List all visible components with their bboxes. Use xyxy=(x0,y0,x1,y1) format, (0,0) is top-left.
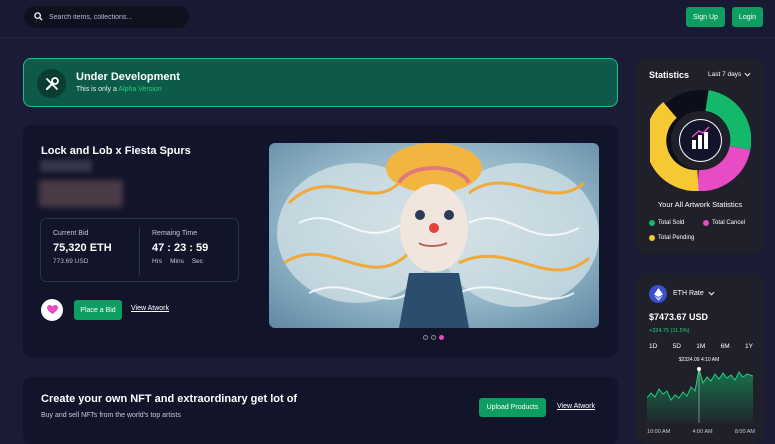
legend-dot xyxy=(649,220,655,226)
chart-tooltip-time: 4:10 AM xyxy=(701,357,719,363)
favorite-button[interactable] xyxy=(41,299,63,321)
statistics-title: Statistics xyxy=(649,70,690,80)
eth-rate-card: ETH Rate $7473.67 USD +324.75 (11.5%) 1D… xyxy=(637,273,763,444)
legend-dot xyxy=(703,220,709,226)
remaining-time-label: Remaing Time xyxy=(152,230,198,237)
seconds-unit: Sec xyxy=(191,258,204,265)
bid-info-box: Current Bid 75,320 ETH 773.69 USD Remain… xyxy=(40,218,239,282)
chart-time-axis: 10:00 AM 4:00 AM 8:00 AM xyxy=(647,429,755,435)
eth-change: +324.75 (11.5%) xyxy=(649,328,690,334)
heart-icon xyxy=(46,305,58,315)
statistics-donut-chart xyxy=(645,90,752,192)
alpha-version-text: Alpha Version xyxy=(118,86,162,93)
current-bid-usd: 773.69 USD xyxy=(53,258,89,265)
range-tab-1d[interactable]: 1D xyxy=(649,343,657,350)
divider xyxy=(139,227,140,275)
blurred-creator-avatar xyxy=(39,180,123,207)
artwork-image[interactable] xyxy=(269,143,599,328)
chart-tooltip-value: $2324.09 xyxy=(679,357,700,363)
carousel-dots xyxy=(423,335,444,340)
login-button[interactable]: Login xyxy=(732,7,763,27)
carousel-dot-active[interactable] xyxy=(439,335,444,340)
svg-text:$2324.09 4:10 AM: $2324.09 4:10 AM xyxy=(679,357,720,363)
eth-rate-dropdown[interactable]: ETH Rate xyxy=(673,290,715,297)
remaining-time: Remaing Time 47 : 23 : 59 Hrs Mins Sec xyxy=(152,230,208,265)
sign-up-button[interactable]: Sign Up xyxy=(686,7,725,27)
promo-view-artwork-link[interactable]: View Atwork xyxy=(557,403,595,410)
promo-title: Create your own NFT and extraordinary ge… xyxy=(41,393,298,405)
blurred-creator-name xyxy=(40,160,92,172)
carousel-dot[interactable] xyxy=(431,335,436,340)
time-label: 10:00 AM xyxy=(647,429,671,435)
search-input[interactable] xyxy=(49,13,179,21)
place-bid-button[interactable]: Place a Bid xyxy=(74,300,122,320)
eth-price-chart[interactable]: $2324.09 4:10 AM xyxy=(646,353,754,423)
current-bid-label: Current Bid xyxy=(53,230,89,237)
featured-artwork-card: Lock and Lob x Fiesta Spurs Current Bid … xyxy=(23,125,618,357)
eth-price: $7473.67 USD xyxy=(649,312,709,322)
remaining-time-value: 47 : 23 : 59 xyxy=(152,242,209,254)
search-box[interactable] xyxy=(24,6,189,28)
range-tab-6m[interactable]: 6M xyxy=(721,343,730,350)
chevron-down-icon xyxy=(744,72,751,77)
legend-total-cancel: Total Cancel xyxy=(703,220,745,226)
upload-products-button[interactable]: Upload Products xyxy=(479,398,546,417)
promo-subtitle: Buy and sell NFTs from the world's top a… xyxy=(41,412,181,419)
statistics-caption: Your All Artwork Statistics xyxy=(657,200,743,209)
create-nft-card: Create your own NFT and extraordinary ge… xyxy=(23,377,618,444)
minutes-unit: Mins xyxy=(170,258,184,265)
chevron-down-icon xyxy=(708,291,715,296)
hours-unit: Hrs xyxy=(152,258,163,265)
period-dropdown[interactable]: Last 7 days xyxy=(708,71,751,78)
search-icon xyxy=(34,8,43,26)
current-bid-value: 75,320 ETH xyxy=(53,242,112,254)
range-tab-1y[interactable]: 1Y xyxy=(745,343,753,350)
time-label: 4:00 AM xyxy=(692,429,713,435)
legend-total-sold: Total Sold xyxy=(649,220,684,226)
current-bid: Current Bid 75,320 ETH 773.69 USD xyxy=(53,230,112,265)
development-banner: Under Development This is only a Alpha V… xyxy=(23,58,618,107)
time-units: Hrs Mins Sec xyxy=(152,258,208,265)
eth-rate-label: ETH Rate xyxy=(673,290,704,297)
ethereum-icon xyxy=(649,285,667,303)
range-tab-1m[interactable]: 1M xyxy=(696,343,705,350)
range-tab-5d[interactable]: 5D xyxy=(673,343,681,350)
legend-dot xyxy=(649,235,655,241)
legend-total-pending: Total Pending xyxy=(649,235,694,241)
statistics-card: Statistics Last 7 days Your All Artwork … xyxy=(637,58,763,254)
time-label: 8:00 AM xyxy=(734,429,755,435)
time-range-tabs: 1D 5D 1M 6M 1Y xyxy=(649,343,753,350)
period-label: Last 7 days xyxy=(708,71,742,78)
banner-title: Under Development xyxy=(76,71,180,83)
tools-icon xyxy=(37,69,66,98)
carousel-dot[interactable] xyxy=(423,335,428,340)
top-bar: Sign Up Login xyxy=(0,0,775,38)
banner-subtitle: This is only a Alpha Version xyxy=(76,86,162,93)
artwork-title: Lock and Lob x Fiesta Spurs xyxy=(41,145,191,157)
view-artwork-link[interactable]: View Atwork xyxy=(131,305,169,312)
